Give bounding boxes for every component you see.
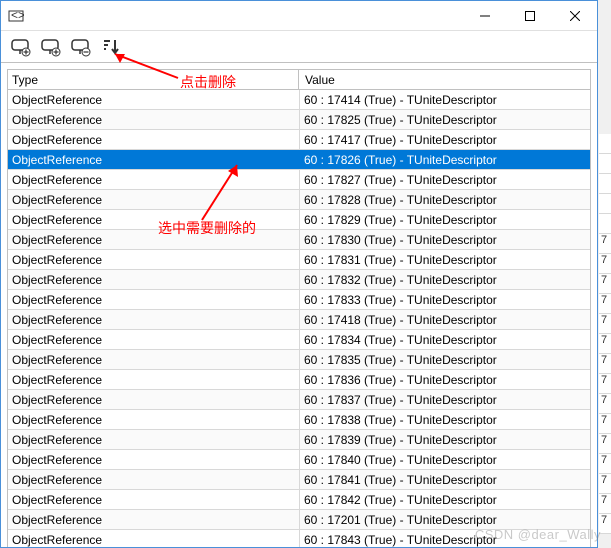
cell-value: 60 : 17840 (True) - TUniteDescriptor <box>300 450 590 469</box>
table-row[interactable]: ObjectReference60 : 17842 (True) - TUnit… <box>8 490 590 510</box>
table-row[interactable]: ObjectReference60 : 17830 (True) - TUnit… <box>8 230 590 250</box>
add-subnode-button[interactable] <box>7 33 35 61</box>
table-row[interactable]: ObjectReference60 : 17834 (True) - TUnit… <box>8 330 590 350</box>
table-row[interactable]: ObjectReference60 : 17417 (True) - TUnit… <box>8 130 590 150</box>
table-row[interactable]: ObjectReference60 : 17827 (True) - TUnit… <box>8 170 590 190</box>
cell-value: 60 : 17834 (True) - TUniteDescriptor <box>300 330 590 349</box>
cell-type: ObjectReference <box>8 310 300 329</box>
cell-value: 60 : 17836 (True) - TUniteDescriptor <box>300 370 590 389</box>
column-type-header[interactable]: Type <box>7 69 299 89</box>
table-row[interactable]: ObjectReference60 : 17831 (True) - TUnit… <box>8 250 590 270</box>
table-row[interactable]: ObjectReference60 : 17829 (True) - TUnit… <box>8 210 590 230</box>
cell-value: 60 : 17827 (True) - TUniteDescriptor <box>300 170 590 189</box>
table-row[interactable]: ObjectReference60 : 17843 (True) - TUnit… <box>8 530 590 547</box>
cell-value: 60 : 17837 (True) - TUniteDescriptor <box>300 390 590 409</box>
cell-type: ObjectReference <box>8 510 300 529</box>
maximize-button[interactable] <box>507 1 552 30</box>
column-value-header[interactable]: Value <box>299 69 591 89</box>
app-icon: <> <box>7 7 25 25</box>
cell-type: ObjectReference <box>8 490 300 509</box>
cell-value: 60 : 17843 (True) - TUniteDescriptor <box>300 530 590 547</box>
table-row[interactable]: ObjectReference60 : 17828 (True) - TUnit… <box>8 190 590 210</box>
cell-value: 60 : 17825 (True) - TUniteDescriptor <box>300 110 590 129</box>
cell-type: ObjectReference <box>8 290 300 309</box>
table-row[interactable]: ObjectReference60 : 17201 (True) - TUnit… <box>8 510 590 530</box>
cell-type: ObjectReference <box>8 470 300 489</box>
cell-value: 60 : 17838 (True) - TUniteDescriptor <box>300 410 590 429</box>
cell-type: ObjectReference <box>8 390 300 409</box>
table-row[interactable]: ObjectReference60 : 17833 (True) - TUnit… <box>8 290 590 310</box>
cell-type: ObjectReference <box>8 110 300 129</box>
table-headers: Type Value <box>7 69 591 90</box>
toolbar <box>1 31 597 63</box>
cell-value: 60 : 17417 (True) - TUniteDescriptor <box>300 130 590 149</box>
column-value-label: Value <box>305 73 335 87</box>
table-row[interactable]: ObjectReference60 : 17414 (True) - TUnit… <box>8 90 590 110</box>
cell-value: 60 : 17835 (True) - TUniteDescriptor <box>300 350 590 369</box>
table-row[interactable]: ObjectReference60 : 17418 (True) - TUnit… <box>8 310 590 330</box>
cell-value: 60 : 17833 (True) - TUniteDescriptor <box>300 290 590 309</box>
table-body: ObjectReference60 : 17414 (True) - TUnit… <box>7 90 591 547</box>
cell-type: ObjectReference <box>8 530 300 547</box>
cell-value: 60 : 17201 (True) - TUniteDescriptor <box>300 510 590 529</box>
cell-type: ObjectReference <box>8 230 300 249</box>
column-type-label: Type <box>12 73 38 87</box>
cell-type: ObjectReference <box>8 150 300 169</box>
cell-value: 60 : 17831 (True) - TUniteDescriptor <box>300 250 590 269</box>
minimize-button[interactable] <box>462 1 507 30</box>
table-row[interactable]: ObjectReference60 : 17841 (True) - TUnit… <box>8 470 590 490</box>
svg-text:<>: <> <box>11 8 24 22</box>
cell-value: 60 : 17418 (True) - TUniteDescriptor <box>300 310 590 329</box>
table-row[interactable]: ObjectReference60 : 17840 (True) - TUnit… <box>8 450 590 470</box>
cell-type: ObjectReference <box>8 210 300 229</box>
delete-button[interactable] <box>67 33 95 61</box>
cell-value: 60 : 17841 (True) - TUniteDescriptor <box>300 470 590 489</box>
table-row[interactable]: ObjectReference60 : 17835 (True) - TUnit… <box>8 350 590 370</box>
cell-value: 60 : 17828 (True) - TUniteDescriptor <box>300 190 590 209</box>
table-row[interactable]: ObjectReference60 : 17837 (True) - TUnit… <box>8 390 590 410</box>
add-sibling-button[interactable] <box>37 33 65 61</box>
cell-type: ObjectReference <box>8 270 300 289</box>
table-row[interactable]: ObjectReference60 : 17838 (True) - TUnit… <box>8 410 590 430</box>
cell-value: 60 : 17839 (True) - TUniteDescriptor <box>300 430 590 449</box>
cell-type: ObjectReference <box>8 170 300 189</box>
table-row[interactable]: ObjectReference60 : 17839 (True) - TUnit… <box>8 430 590 450</box>
table-row[interactable]: ObjectReference60 : 17832 (True) - TUnit… <box>8 270 590 290</box>
cell-type: ObjectReference <box>8 450 300 469</box>
cell-type: ObjectReference <box>8 130 300 149</box>
cell-type: ObjectReference <box>8 330 300 349</box>
window-controls <box>462 1 597 30</box>
cell-value: 60 : 17826 (True) - TUniteDescriptor <box>300 150 590 169</box>
titlebar: <> <box>1 1 597 31</box>
cell-value: 60 : 17414 (True) - TUniteDescriptor <box>300 90 590 109</box>
sort-button[interactable] <box>97 33 125 61</box>
table-row[interactable]: ObjectReference60 : 17825 (True) - TUnit… <box>8 110 590 130</box>
table-row[interactable]: ObjectReference60 : 17826 (True) - TUnit… <box>8 150 590 170</box>
cell-value: 60 : 17830 (True) - TUniteDescriptor <box>300 230 590 249</box>
cell-type: ObjectReference <box>8 90 300 109</box>
app-window: <> Type Value ObjectReference60 : 17414 … <box>0 0 598 548</box>
cell-type: ObjectReference <box>8 430 300 449</box>
cell-value: 60 : 17829 (True) - TUniteDescriptor <box>300 210 590 229</box>
cell-value: 60 : 17832 (True) - TUniteDescriptor <box>300 270 590 289</box>
cell-type: ObjectReference <box>8 190 300 209</box>
cell-type: ObjectReference <box>8 370 300 389</box>
close-button[interactable] <box>552 1 597 30</box>
background-window-edge: 77777 77777 77777 <box>599 134 611 534</box>
cell-type: ObjectReference <box>8 350 300 369</box>
cell-type: ObjectReference <box>8 250 300 269</box>
table-row[interactable]: ObjectReference60 : 17836 (True) - TUnit… <box>8 370 590 390</box>
cell-value: 60 : 17842 (True) - TUniteDescriptor <box>300 490 590 509</box>
cell-type: ObjectReference <box>8 410 300 429</box>
